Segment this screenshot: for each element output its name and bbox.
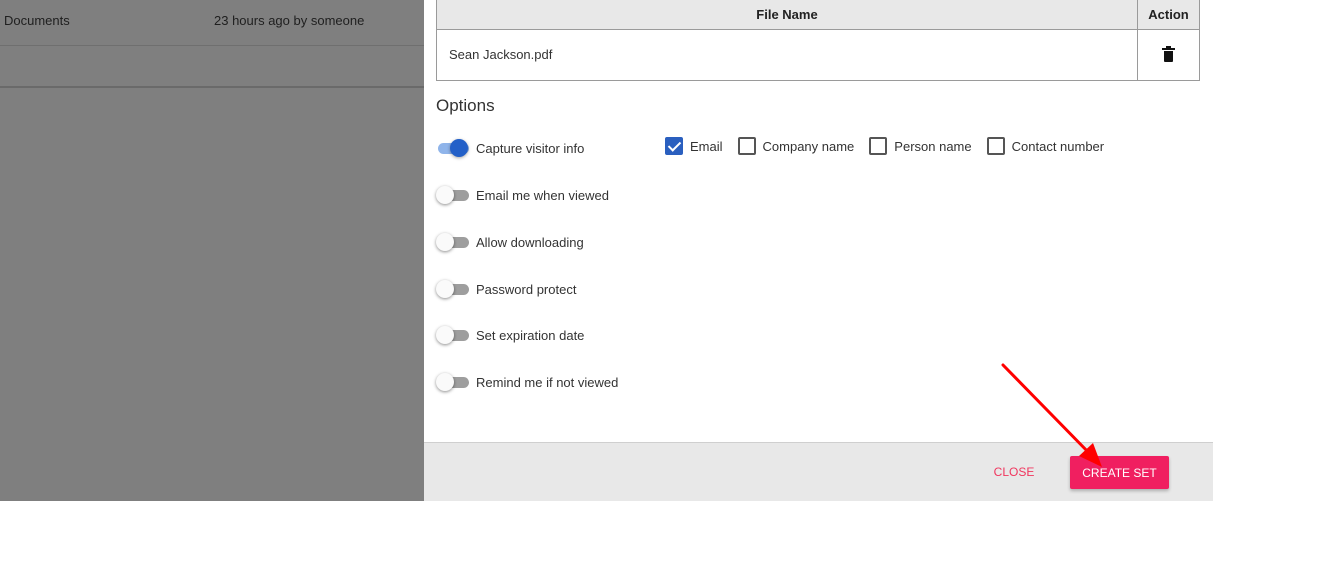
- contact-number-checkbox[interactable]: [986, 137, 1005, 155]
- action-cell: [1137, 28, 1200, 81]
- file-name-cell: Sean Jackson.pdf: [436, 28, 1138, 81]
- checkbox-label: Company name: [762, 138, 855, 154]
- remind-me-if-not-viewed-toggle[interactable]: [436, 372, 470, 392]
- company-name-checkbox[interactable]: [737, 137, 756, 155]
- file-table: File Name Action Sean Jackson.pdf: [436, 0, 1200, 81]
- toggle-row-allow-downloading: Allow downloading: [436, 231, 584, 253]
- allow-downloading-toggle[interactable]: [436, 232, 470, 252]
- toggle-label: Capture visitor info: [476, 140, 585, 156]
- options-title: Options: [436, 96, 495, 115]
- file-name-column-header: File Name: [436, 0, 1138, 30]
- toggle-row-set-expiration-date: Set expiration date: [436, 324, 584, 346]
- toggle-label: Password protect: [476, 281, 577, 297]
- create-set-button[interactable]: CREATE SET: [1070, 456, 1169, 489]
- checkbox-label: Contact number: [1011, 138, 1105, 154]
- toggle-label: Set expiration date: [476, 327, 585, 343]
- dialog-footer: CLOSE CREATE SET: [424, 442, 1213, 501]
- toggle-label: Remind me if not viewed: [476, 374, 619, 390]
- toggle-row-email-me-when-viewed: Email me when viewed: [436, 184, 609, 206]
- company-name-checkbox-item[interactable]: Company name: [737, 137, 855, 155]
- set-expiration-date-toggle[interactable]: [436, 325, 470, 345]
- checkbox-label: Email: [690, 138, 723, 154]
- email-checkbox-item[interactable]: Email: [665, 137, 723, 155]
- background-row-name: Documents: [4, 13, 70, 28]
- email-me-when-viewed-toggle[interactable]: [436, 185, 470, 205]
- trash-icon[interactable]: [1162, 46, 1175, 63]
- create-set-dialog: File Name Action Sean Jackson.pdf Option…: [424, 0, 1213, 501]
- close-button[interactable]: CLOSE: [984, 461, 1044, 483]
- toggle-label: Email me when viewed: [476, 187, 609, 203]
- toggle-row-capture-visitor-info: Capture visitor info: [436, 137, 584, 159]
- visitor-fields-group: Email Company name Person name Contact n…: [665, 136, 1119, 156]
- password-protect-toggle[interactable]: [436, 279, 470, 299]
- contact-number-checkbox-item[interactable]: Contact number: [986, 137, 1105, 155]
- checkbox-label: Person name: [894, 138, 972, 154]
- toggle-row-remind-me-if-not-viewed: Remind me if not viewed: [436, 371, 618, 393]
- capture-visitor-info-toggle[interactable]: [436, 138, 470, 158]
- email-checkbox[interactable]: [665, 137, 683, 155]
- toggle-row-password-protect: Password protect: [436, 278, 576, 300]
- table-row: Sean Jackson.pdf: [436, 28, 1200, 81]
- person-name-checkbox-item[interactable]: Person name: [869, 137, 972, 155]
- action-column-header: Action: [1137, 0, 1200, 30]
- background-row-meta: 23 hours ago by someone: [214, 13, 365, 28]
- person-name-checkbox[interactable]: [869, 137, 888, 155]
- toggle-label: Allow downloading: [476, 234, 584, 250]
